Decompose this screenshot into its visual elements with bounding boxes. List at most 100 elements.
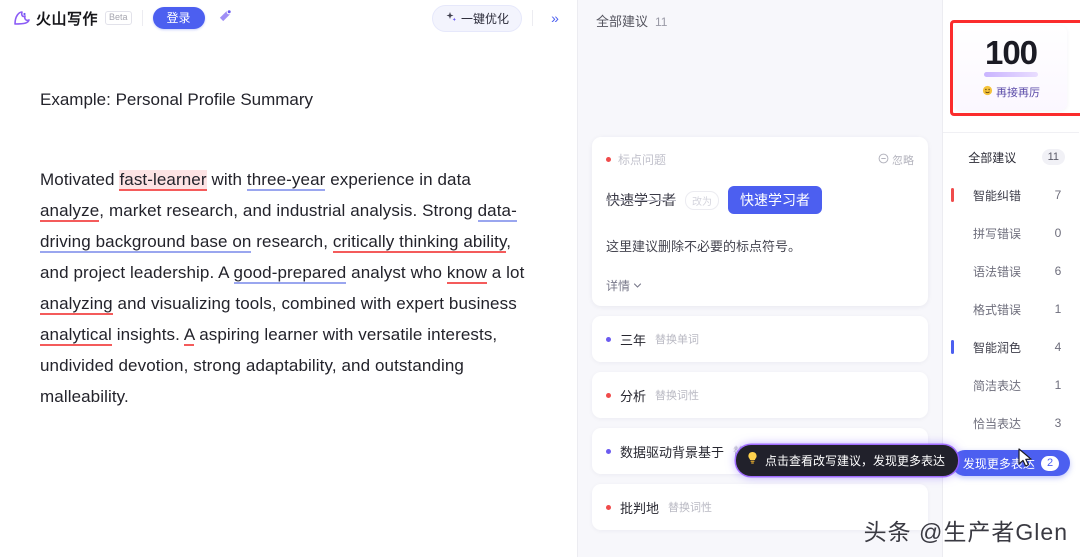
sidebar-nav-item[interactable]: 恰当表达 3 bbox=[943, 409, 1079, 437]
brand-name: 火山写作 bbox=[36, 10, 99, 28]
sidebar-nav-item[interactable]: 拼写错误 0 bbox=[943, 219, 1079, 247]
sidebar-nav-item[interactable]: 智能纠错 7 bbox=[943, 181, 1079, 209]
change-to-chip: 改为 bbox=[685, 190, 719, 210]
document-paragraph[interactable]: Motivated fast-learner with three-year e… bbox=[40, 164, 533, 412]
suggestion-card[interactable]: 三年 替换单词 bbox=[592, 316, 928, 363]
suggestion-type: 替换词性 bbox=[668, 502, 713, 515]
sidebar-nav-item[interactable]: 简洁表达 1 bbox=[943, 371, 1079, 399]
card-description: 这里建议删除不必要的标点符号。 bbox=[606, 239, 802, 255]
score-card-wrapper: 100 再接再厉 bbox=[950, 20, 1080, 116]
highlighted-text-segment[interactable]: analytical bbox=[40, 324, 112, 346]
highlighted-text-segment[interactable]: critically thinking ability bbox=[332, 231, 507, 253]
score-sidebar: 100 再接再厉 全部建议 11 智能纠错 7 拼写错误 0 语法错误 6 格式… bbox=[943, 0, 1080, 557]
sidebar-divider bbox=[943, 132, 1079, 133]
nav-item-label: 恰当表达 bbox=[972, 416, 1021, 431]
tooltip-text: 点击查看改写建议，发现更多表达 bbox=[765, 454, 946, 468]
nav-item-label: 智能润色 bbox=[972, 340, 1021, 355]
magic-wand-icon bbox=[217, 7, 234, 29]
nav-item-count: 4 bbox=[1054, 340, 1062, 354]
sidebar-nav-item[interactable]: 语法错误 6 bbox=[943, 257, 1079, 285]
nav-item-count: 1 bbox=[1054, 302, 1062, 316]
magic-wand-button[interactable] bbox=[213, 5, 239, 31]
category-dot-icon bbox=[606, 336, 611, 342]
highlighted-text-segment[interactable]: analyzing bbox=[40, 293, 113, 315]
login-button[interactable]: 登录 bbox=[152, 6, 205, 30]
suggestion-card-expanded[interactable]: 标点问题 忽略 快速学习者 改为 快速学习者 这里建议删除不必要的标点符号。 详… bbox=[592, 137, 928, 307]
category-dot-icon bbox=[606, 392, 611, 398]
text-segment: experience in data bbox=[325, 169, 471, 189]
watermark-text: 头条 @生产者Glen bbox=[863, 519, 1068, 545]
nav-item-label: 语法错误 bbox=[972, 264, 1021, 279]
suggestions-header-label: 全部建议 bbox=[596, 14, 649, 29]
nav-item-label: 简洁表达 bbox=[972, 378, 1021, 393]
sidebar-nav-item[interactable]: 全部建议 11 bbox=[943, 143, 1079, 171]
ignore-button[interactable]: 忽略 bbox=[878, 152, 914, 168]
text-segment: analyst who bbox=[346, 262, 447, 282]
text-segment: and visualizing tools, combined with exp… bbox=[112, 293, 517, 313]
sparkle-icon bbox=[445, 11, 457, 26]
app-root: 火山写作 Beta 登录 一键优化 » Example: Personal Pr… bbox=[0, 0, 1080, 557]
optimize-label: 一键优化 bbox=[460, 11, 509, 26]
chevron-down-icon bbox=[633, 279, 642, 293]
highlighted-text-segment[interactable]: fast-learner bbox=[119, 169, 207, 191]
text-segment: research, bbox=[251, 231, 333, 251]
text-segment: a lot bbox=[486, 262, 525, 282]
lightbulb-icon bbox=[746, 451, 759, 470]
nav-item-count: 3 bbox=[1054, 416, 1062, 430]
suggestion-mini-card-list: 三年替换单词分析替换词性数据驱动背景基于替换单词批判地替换词性 bbox=[592, 316, 928, 531]
original-text: 快速学习者 bbox=[606, 192, 676, 209]
brand-logo[interactable]: 火山写作 Beta bbox=[12, 8, 132, 29]
card-header-row: 标点问题 忽略 bbox=[606, 151, 914, 168]
card-category: 标点问题 bbox=[606, 151, 666, 168]
highlighted-text-segment[interactable]: three-year bbox=[246, 169, 326, 191]
discover-more-expressions-button[interactable]: 发现更多表达 2 bbox=[952, 450, 1070, 476]
smiley-icon bbox=[982, 85, 993, 99]
category-dot-icon bbox=[606, 448, 611, 454]
beta-badge: Beta bbox=[105, 11, 132, 25]
document-title: Example: Personal Profile Summary bbox=[40, 90, 314, 109]
nav-item-label: 智能纠错 bbox=[972, 188, 1021, 203]
nav-item-count: 6 bbox=[1054, 264, 1062, 278]
sidebar-nav-item[interactable]: 智能润色 4 bbox=[943, 333, 1079, 361]
card-details-label: 详情 bbox=[606, 279, 631, 294]
suggestion-type: 替换单词 bbox=[655, 334, 700, 347]
document-area[interactable]: Example: Personal Profile Summary Motiva… bbox=[0, 36, 577, 412]
suggestions-panel: 全部建议 11 标点问题 忽略 快速学习者 改为 快速学习者 这里建议删除不必要… bbox=[578, 0, 959, 557]
nav-item-count: 7 bbox=[1054, 188, 1062, 202]
editor-panel: 火山写作 Beta 登录 一键优化 » Example: Personal Pr… bbox=[0, 0, 578, 557]
score-value: 100 bbox=[984, 34, 1038, 71]
apply-replacement-button[interactable]: 快速学习者 bbox=[728, 186, 822, 215]
collapse-panel-button[interactable]: » bbox=[543, 6, 567, 30]
nav-item-label: 全部建议 bbox=[968, 150, 1017, 165]
suggestion-word: 三年 bbox=[620, 332, 647, 348]
nav-item-count: 1 bbox=[1054, 378, 1062, 392]
category-dot-icon bbox=[606, 157, 611, 162]
highlighted-text-segment[interactable]: know bbox=[446, 262, 487, 284]
circle-minus-icon bbox=[878, 153, 889, 167]
score-subtitle: 再接再厉 bbox=[982, 84, 1040, 100]
nav-item-count: 0 bbox=[1054, 226, 1062, 240]
card-details-toggle[interactable]: 详情 bbox=[606, 277, 914, 294]
nav-active-bar bbox=[951, 188, 954, 202]
highlighted-text-segment[interactable]: good-prepared bbox=[233, 262, 347, 284]
suggestion-type: 替换词性 bbox=[655, 390, 700, 403]
volcano-logo-icon bbox=[12, 8, 32, 28]
more-button-badge: 2 bbox=[1040, 455, 1060, 471]
sidebar-nav-item[interactable]: 格式错误 1 bbox=[943, 295, 1079, 323]
score-subtitle-label: 再接再厉 bbox=[996, 87, 1040, 99]
highlighted-text-segment[interactable]: A bbox=[183, 324, 195, 346]
nav-item-label: 拼写错误 bbox=[972, 226, 1021, 241]
toolbar-divider bbox=[141, 10, 143, 26]
suggestion-word: 批判地 bbox=[620, 500, 660, 516]
one-click-optimize-button[interactable]: 一键优化 bbox=[431, 4, 522, 32]
top-toolbar: 火山写作 Beta 登录 一键优化 » bbox=[0, 0, 577, 36]
text-segment: with bbox=[206, 169, 247, 189]
card-category-label: 标点问题 bbox=[618, 153, 667, 167]
suggestion-card[interactable]: 分析 替换词性 bbox=[592, 372, 928, 419]
text-segment: , market research, and industrial analys… bbox=[99, 200, 478, 220]
suggestions-header-count: 11 bbox=[655, 15, 668, 29]
highlighted-text-segment[interactable]: analyze bbox=[40, 200, 100, 222]
double-chevron-right-icon: » bbox=[551, 10, 559, 26]
mouse-cursor-icon bbox=[1017, 448, 1035, 468]
score-card[interactable]: 100 再接再厉 bbox=[955, 26, 1067, 110]
